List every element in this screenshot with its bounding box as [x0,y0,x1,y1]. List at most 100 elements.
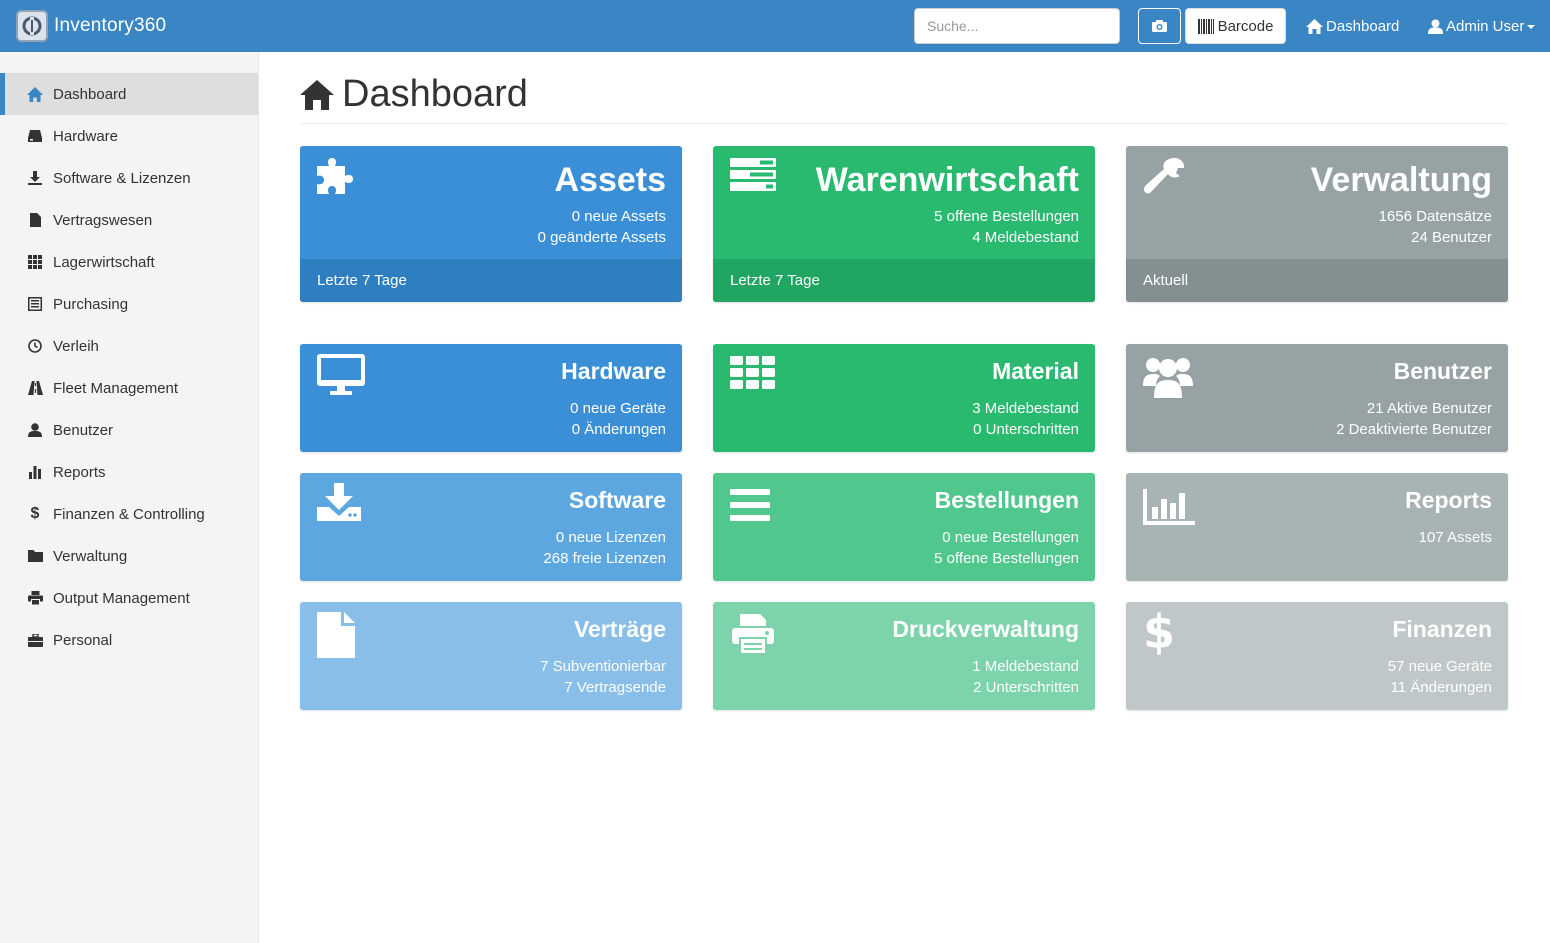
sidebar-item-finanzen[interactable]: $ Finanzen & Controlling [0,493,258,535]
print-icon [730,612,776,661]
tile-title: Verwaltung [1310,161,1492,199]
chevron-down-icon [1527,25,1536,29]
tile-title: Bestellungen [934,487,1079,513]
tile-bestellungen[interactable]: Bestellungen 0 neue Bestellungen 5 offen… [713,473,1095,581]
download-icon [317,483,361,528]
page-header: Dashboard [300,66,1508,124]
user-menu[interactable]: Admin User [1428,0,1536,52]
sidebar-item-label: Software & Lizenzen [53,169,191,187]
tile-druckverwaltung[interactable]: Druckverwaltung 1 Meldebestand 2 Untersc… [713,602,1095,710]
sidebar-menu: Dashboard Hardware Software & Lizenzen V… [0,73,258,661]
tile-title: Druckverwaltung [892,616,1079,642]
tile-stat: 57 neue Geräte [1387,658,1492,675]
tile-title: Software [568,487,666,513]
sidebar-item-label: Hardware [53,127,119,145]
barcode-button[interactable]: Barcode [1185,8,1286,44]
tile-reports[interactable]: Reports 107 Assets [1126,473,1508,581]
sidebar-item-label: Fleet Management [53,379,179,397]
sidebar-item-reports[interactable]: Reports [0,451,258,493]
tile-stat: 2 Unterschritten [973,679,1079,696]
tile-stat: 5 offene Bestellungen [934,550,1079,567]
sidebar: Dashboard Hardware Software & Lizenzen V… [0,52,259,943]
tile-verwaltung[interactable]: Verwaltung 1656 Datensätze 24 Benutzer A… [1126,146,1508,302]
brand[interactable]: Inventory360 [16,9,166,43]
sidebar-item-label: Benutzer [53,421,114,439]
sidebar-item-software[interactable]: Software & Lizenzen [0,157,258,199]
dollar-icon: $ [1143,605,1175,661]
tile-footer: Letzte 7 Tage [300,259,682,302]
road-icon [27,380,43,396]
tile-benutzer[interactable]: Benutzer 21 Aktive Benutzer 2 Deaktivier… [1126,344,1508,452]
list-alt-icon [27,296,43,312]
bar-chart-icon [1143,483,1195,532]
tile-stat: 24 Benutzer [1411,229,1492,246]
svg-text:$: $ [1143,606,1173,656]
tile-stat: 7 Vertragsende [564,679,666,696]
tile-stat: 7 Subventionierbar [540,658,666,675]
file-icon [317,612,357,663]
user-name: Admin User [1446,17,1525,35]
nav-dashboard-link[interactable]: Dashboard [1306,0,1399,52]
sidebar-item-verleih[interactable]: Verleih [0,325,258,367]
bar-chart-icon [27,464,43,480]
sidebar-item-lagerwirtschaft[interactable]: Lagerwirtschaft [0,241,258,283]
sidebar-item-verwaltung[interactable]: Verwaltung [0,535,258,577]
tile-stat: 1 Meldebestand [972,658,1079,675]
tile-material[interactable]: Material 3 Meldebestand 0 Unterschritten [713,344,1095,452]
sidebar-item-personal[interactable]: Personal [0,619,258,661]
home-icon [27,86,43,102]
tile-title: Material [992,358,1079,384]
tile-stat: 0 neue Geräte [570,400,666,417]
sidebar-item-benutzer[interactable]: Benutzer [0,409,258,451]
th-icon [730,354,776,397]
grid-icon [27,254,43,270]
tile-software[interactable]: Software 0 neue Lizenzen 268 freie Lizen… [300,473,682,581]
tile-stat: 2 Deaktivierte Benutzer [1336,421,1492,438]
tile-stat: 5 offene Bestellungen [934,208,1079,225]
home-icon [1306,18,1323,34]
sidebar-item-label: Verwaltung [53,547,128,565]
sidebar-item-label: Vertragswesen [53,211,153,229]
tile-finanzen[interactable]: $ Finanzen 57 neue Geräte 11 Änderungen [1126,602,1508,710]
tile-stat: 107 Assets [1418,529,1492,546]
camera-icon [1152,20,1167,32]
app-logo-icon [16,10,48,42]
sidebar-item-label: Purchasing [53,295,129,313]
tile-title: Reports [1405,487,1492,513]
page-title: Dashboard [342,73,528,115]
tile-stat: 11 Änderungen [1390,679,1492,696]
tile-stat: 4 Meldebestand [972,229,1079,246]
tile-title: Benutzer [1393,358,1492,384]
tile-hardware[interactable]: Hardware 0 neue Geräte 0 Änderungen [300,344,682,452]
hdd-icon [27,128,43,144]
sidebar-item-label: Dashboard [53,85,127,103]
sidebar-item-purchasing[interactable]: Purchasing [0,283,258,325]
user-icon [1428,19,1443,34]
camera-button[interactable] [1138,8,1181,44]
tile-assets[interactable]: Assets 0 neue Assets 0 geänderte Assets … [300,146,682,302]
folder-icon [27,548,43,564]
tile-stat: 3 Meldebestand [972,400,1079,417]
monitor-icon [317,354,365,401]
tile-vertraege[interactable]: Verträge 7 Subventionierbar 7 Vertragsen… [300,602,682,710]
dollar-icon: $ [30,505,40,522]
tile-stat: 21 Aktive Benutzer [1366,400,1492,417]
sidebar-item-label: Reports [53,463,106,481]
tile-warenwirtschaft[interactable]: Warenwirtschaft 5 offene Bestellungen 4 … [713,146,1095,302]
sidebar-item-dashboard[interactable]: Dashboard [0,73,258,115]
sidebar-item-output-management[interactable]: Output Management [0,577,258,619]
search-input[interactable] [914,8,1120,44]
briefcase-icon [27,632,43,648]
download-icon [27,170,43,186]
tile-stat: 1656 Datensätze [1378,208,1492,225]
tile-stat: 0 Unterschritten [973,421,1079,438]
clock-icon [27,338,43,354]
tile-stat: 268 freie Lizenzen [543,550,666,567]
tile-stat: 0 geänderte Assets [537,229,666,246]
sidebar-item-label: Finanzen & Controlling [53,505,205,523]
sidebar-item-label: Lagerwirtschaft [53,253,155,271]
sidebar-item-vertragswesen[interactable]: Vertragswesen [0,199,258,241]
sidebar-item-hardware[interactable]: Hardware [0,115,258,157]
sidebar-item-fleet-management[interactable]: Fleet Management [0,367,258,409]
nav-dashboard-label: Dashboard [1326,17,1400,35]
